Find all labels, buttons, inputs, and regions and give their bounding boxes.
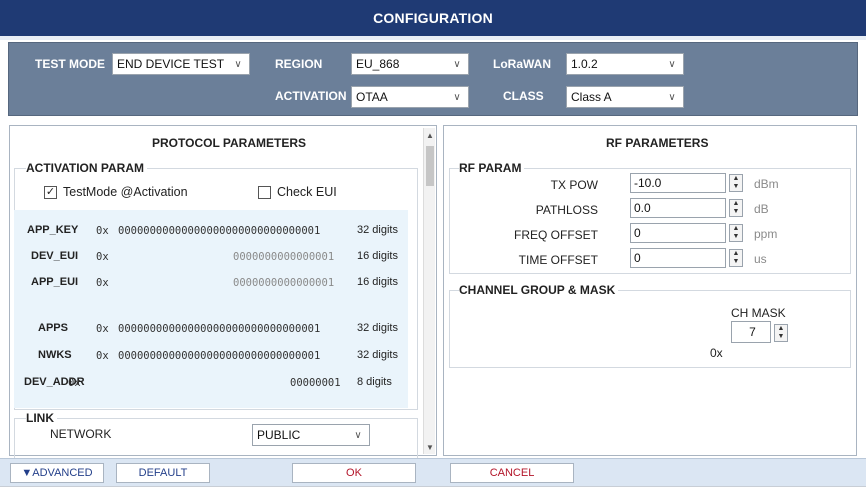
activation-select[interactable]: OTAA ∨ [351, 86, 469, 108]
advanced-button[interactable]: ▼ADVANCED [10, 463, 104, 483]
dev-addr-prefix: 0x [68, 377, 81, 389]
region-label: REGION [275, 57, 323, 71]
rf-param-label: RF PARAM [459, 161, 525, 175]
time-offset-unit: us [754, 252, 767, 266]
pathloss-input[interactable]: 0.0 ▲ ▼ [630, 198, 743, 218]
time-offset-input[interactable]: 0 ▲ ▼ [630, 248, 743, 268]
apps-prefix: 0x [96, 323, 109, 335]
scroll-down-icon[interactable]: ▼ [424, 440, 436, 454]
testmode-activation-checkbox[interactable]: ✓ TestMode @Activation [44, 185, 188, 199]
dev-eui-digits: 16 digits [357, 250, 398, 262]
nwks-digits: 32 digits [357, 349, 398, 361]
app-key-digits: 32 digits [357, 224, 398, 236]
lorawan-label: LoRaWAN [493, 57, 551, 71]
dev-addr-input[interactable]: 00000001 [290, 377, 341, 389]
time-offset-value: 0 [634, 251, 641, 265]
ch-mask-value: 7 [749, 325, 756, 339]
freq-offset-value: 0 [634, 226, 641, 240]
checkbox-unchecked-icon [258, 185, 271, 199]
default-button[interactable]: DEFAULT [116, 463, 210, 483]
ch-mask-label: CH MASK [731, 306, 786, 320]
freq-offset-label: FREQ OFFSET [514, 228, 598, 242]
app-eui-label: APP_EUI [31, 276, 79, 288]
chevron-down-icon: ∨ [668, 58, 676, 70]
tx-pow-unit: dBm [754, 177, 779, 191]
chevron-down-icon: ∨ [354, 429, 362, 441]
ch-mask-input[interactable]: 7 ▲ ▼ [731, 321, 788, 343]
freq-offset-unit: ppm [754, 227, 778, 241]
tx-pow-value: -10.0 [634, 176, 662, 190]
dev-eui-prefix: 0x [96, 251, 109, 263]
protocol-scrollbar[interactable]: ▲ ▼ [423, 128, 435, 454]
dev-addr-digits: 8 digits [357, 376, 392, 388]
tx-pow-label: TX POW [550, 178, 598, 192]
ok-button[interactable]: OK [292, 463, 416, 483]
app-key-prefix: 0x [96, 225, 109, 237]
check-eui-label: Check EUI [277, 185, 337, 199]
spinner-arrows-icon[interactable]: ▲ ▼ [729, 249, 743, 267]
chevron-down-icon: ∨ [453, 58, 461, 70]
spinner-arrows-icon[interactable]: ▲ ▼ [729, 199, 743, 217]
app-key-input[interactable]: 00000000000000000000000000000001 [118, 225, 320, 237]
activation-label: ACTIVATION [275, 89, 347, 103]
apps-label: APPS [38, 322, 68, 334]
activation-value: OTAA [356, 90, 388, 104]
pathloss-value: 0.0 [634, 201, 651, 215]
lorawan-value: 1.0.2 [571, 57, 598, 71]
app-key-label: APP_KEY [27, 224, 79, 236]
channel-group [449, 290, 851, 368]
scroll-thumb[interactable] [426, 146, 434, 186]
pathloss-unit: dB [754, 202, 769, 216]
nwks-label: NWKS [38, 349, 72, 361]
apps-digits: 32 digits [357, 322, 398, 334]
network-select[interactable]: PUBLIC ∨ [252, 424, 370, 446]
title-divider [0, 36, 866, 40]
app-eui-prefix: 0x [96, 277, 109, 289]
spinner-arrows-icon[interactable]: ▲ ▼ [729, 174, 743, 192]
spinner-arrows-icon[interactable]: ▲ ▼ [774, 324, 788, 342]
class-value: Class A [571, 90, 612, 104]
top-settings-bar: TEST MODE END DEVICE TEST ∨ REGION EU_86… [8, 42, 858, 116]
testmode-activation-label: TestMode @Activation [63, 185, 188, 199]
tx-pow-input[interactable]: -10.0 ▲ ▼ [630, 173, 743, 193]
test-mode-select[interactable]: END DEVICE TEST ∨ [112, 53, 250, 75]
app-eui-digits: 16 digits [357, 276, 398, 288]
link-group-label: LINK [26, 411, 57, 425]
class-select[interactable]: Class A ∨ [566, 86, 684, 108]
protocol-parameters-title: PROTOCOL PARAMETERS [152, 136, 307, 150]
region-select[interactable]: EU_868 ∨ [351, 53, 469, 75]
dev-eui-label: DEV_EUI [31, 250, 79, 262]
network-value: PUBLIC [257, 428, 301, 442]
spinner-arrows-icon[interactable]: ▲ ▼ [729, 224, 743, 242]
time-offset-label: TIME OFFSET [518, 253, 598, 267]
check-eui-checkbox[interactable]: Check EUI [258, 185, 337, 199]
apps-input[interactable]: 00000000000000000000000000000001 [118, 323, 320, 335]
nwks-input[interactable]: 00000000000000000000000000000001 [118, 350, 320, 362]
ch-mask-prefix: 0x [710, 346, 723, 360]
chevron-down-icon: ∨ [668, 91, 676, 103]
scroll-up-icon[interactable]: ▲ [424, 128, 436, 142]
app-eui-input[interactable]: 0000000000000001 [233, 277, 334, 289]
dev-eui-input[interactable]: 0000000000000001 [233, 251, 334, 263]
pathloss-label: PATHLOSS [535, 203, 598, 217]
cancel-button[interactable]: CANCEL [450, 463, 574, 483]
nwks-prefix: 0x [96, 350, 109, 362]
channel-group-label: CHANNEL GROUP & MASK [459, 283, 619, 297]
chevron-down-icon: ∨ [234, 58, 242, 70]
class-label: CLASS [503, 89, 544, 103]
chevron-down-icon: ∨ [453, 91, 461, 103]
rf-parameters-title: RF PARAMETERS [606, 136, 709, 150]
region-value: EU_868 [356, 57, 400, 71]
test-mode-label: TEST MODE [35, 57, 106, 71]
lorawan-select[interactable]: 1.0.2 ∨ [566, 53, 684, 75]
network-label: NETWORK [50, 427, 112, 441]
test-mode-value: END DEVICE TEST [117, 57, 225, 71]
status-footer [0, 486, 866, 497]
freq-offset-input[interactable]: 0 ▲ ▼ [630, 223, 743, 243]
activation-param-label: ACTIVATION PARAM [26, 161, 147, 175]
checkbox-checked-icon: ✓ [44, 185, 57, 199]
window-title: CONFIGURATION [0, 0, 866, 36]
